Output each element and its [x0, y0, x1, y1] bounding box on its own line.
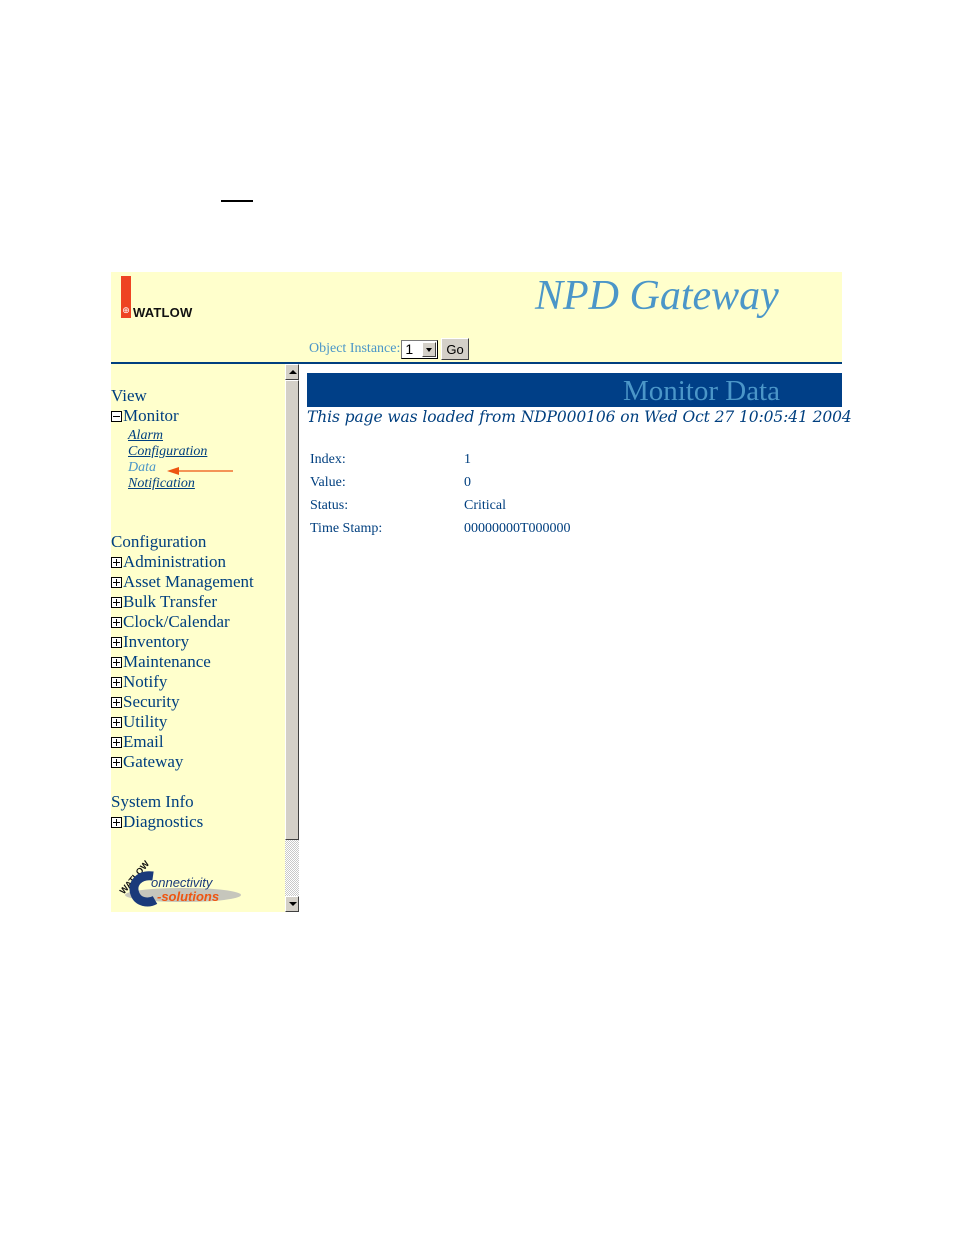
- page-title: Monitor Data: [622, 375, 780, 407]
- sidebar-item-label: Notify: [123, 672, 168, 691]
- collapse-icon[interactable]: [111, 410, 122, 422]
- sidebar-item-asset-management[interactable]: Asset Management: [111, 572, 254, 592]
- sidebar-item-label: Maintenance: [123, 652, 211, 671]
- sidebar-item-diagnostics[interactable]: Diagnostics: [111, 812, 203, 832]
- field-value: 1: [464, 452, 471, 467]
- chevron-down-icon[interactable]: [422, 341, 437, 357]
- field-value: 00000000T000000: [464, 521, 571, 536]
- expand-icon[interactable]: [111, 656, 122, 668]
- sidebar-item-inventory[interactable]: Inventory: [111, 632, 189, 652]
- sidebar-item-gateway[interactable]: Gateway: [111, 752, 183, 772]
- sidebar-item-label: Diagnostics: [123, 812, 204, 831]
- sidebar-subitem-data[interactable]: Data: [128, 460, 156, 476]
- field-label: Status:: [310, 498, 349, 513]
- watlow-logo: ⊕ WATLOW: [121, 276, 211, 320]
- sidebar-item-label: Asset Management: [123, 572, 254, 591]
- document-underline: [221, 200, 253, 202]
- sidebar-item-label: Inventory: [123, 632, 190, 651]
- logo-line1: onnectivity: [151, 875, 214, 890]
- sidebar-item-bulk-transfer[interactable]: Bulk Transfer: [111, 592, 217, 612]
- sidebar: View Monitor Alarm Configuration Data No…: [111, 364, 285, 912]
- connectivity-solutions-logo: WATLOW onnectivity -solutions: [118, 860, 241, 907]
- expand-icon[interactable]: [111, 556, 122, 568]
- field-label: Index:: [310, 452, 346, 467]
- object-instance-select[interactable]: 1: [401, 339, 439, 359]
- sidebar-item-security[interactable]: Security: [111, 692, 180, 712]
- object-instance-label: Object Instance:: [309, 341, 401, 356]
- go-button[interactable]: Go: [441, 338, 469, 360]
- configuration-heading: Configuration: [111, 532, 207, 551]
- watlow-mark-icon: ⊕: [122, 306, 130, 316]
- sidebar-subitem-configuration[interactable]: Configuration: [128, 444, 207, 460]
- system-info-heading: System Info: [111, 792, 194, 811]
- view-heading: View: [111, 386, 147, 405]
- browser-frame: ⊕ WATLOW NPD Gateway Object Instance: 1 …: [111, 272, 852, 912]
- expand-icon[interactable]: [111, 756, 122, 768]
- scroll-thumb[interactable]: [285, 380, 299, 840]
- expand-icon[interactable]: [111, 616, 122, 628]
- sidebar-item-label: Bulk Transfer: [123, 592, 217, 611]
- expand-icon[interactable]: [111, 636, 122, 648]
- sidebar-item-administration[interactable]: Administration: [111, 552, 226, 572]
- expand-icon[interactable]: [111, 716, 122, 728]
- sidebar-item-label: Gateway: [123, 752, 184, 771]
- expand-icon[interactable]: [111, 576, 122, 588]
- field-value: Critical: [464, 498, 506, 513]
- sidebar-item-label: Utility: [123, 712, 168, 731]
- field-label: Value:: [310, 475, 346, 490]
- expand-icon[interactable]: [111, 736, 122, 748]
- scroll-up-button[interactable]: [285, 364, 299, 380]
- arrow-left-icon: [167, 467, 233, 475]
- sidebar-subitem-notification[interactable]: Notification: [128, 476, 195, 492]
- sidebar-item-label: Monitor: [123, 406, 179, 425]
- sidebar-item-maintenance[interactable]: Maintenance: [111, 652, 211, 672]
- load-message: This page was loaded from NDP000106 on W…: [307, 408, 852, 426]
- object-instance-row: Object Instance: 1 Go: [309, 338, 469, 360]
- sidebar-item-label: Security: [123, 692, 180, 711]
- field-value: 0: [464, 475, 471, 490]
- sidebar-item-email[interactable]: Email: [111, 732, 164, 752]
- expand-icon[interactable]: [111, 816, 122, 828]
- sidebar-item-label: Email: [123, 732, 164, 751]
- page-banner: Monitor Data: [307, 373, 842, 407]
- field-label: Time Stamp:: [310, 521, 383, 536]
- sidebar-item-notify[interactable]: Notify: [111, 672, 167, 692]
- expand-icon[interactable]: [111, 676, 122, 688]
- header: ⊕ WATLOW NPD Gateway Object Instance: 1 …: [111, 272, 842, 364]
- app-title: NPD Gateway: [535, 273, 779, 319]
- expand-icon[interactable]: [111, 596, 122, 608]
- logo-line2: -solutions: [157, 889, 219, 904]
- expand-icon[interactable]: [111, 696, 122, 708]
- sidebar-item-utility[interactable]: Utility: [111, 712, 167, 732]
- sidebar-item-clock-calendar[interactable]: Clock/Calendar: [111, 612, 230, 632]
- sidebar-item-label: Administration: [123, 552, 226, 571]
- logo-text: WATLOW: [133, 305, 193, 320]
- object-instance-value: 1: [405, 340, 414, 357]
- sidebar-scrollbar[interactable]: [285, 364, 299, 912]
- sidebar-item-monitor[interactable]: Monitor: [111, 406, 179, 426]
- sidebar-subitem-alarm[interactable]: Alarm: [128, 428, 163, 444]
- sidebar-item-label: Clock/Calendar: [123, 612, 230, 631]
- scroll-down-button[interactable]: [285, 896, 299, 912]
